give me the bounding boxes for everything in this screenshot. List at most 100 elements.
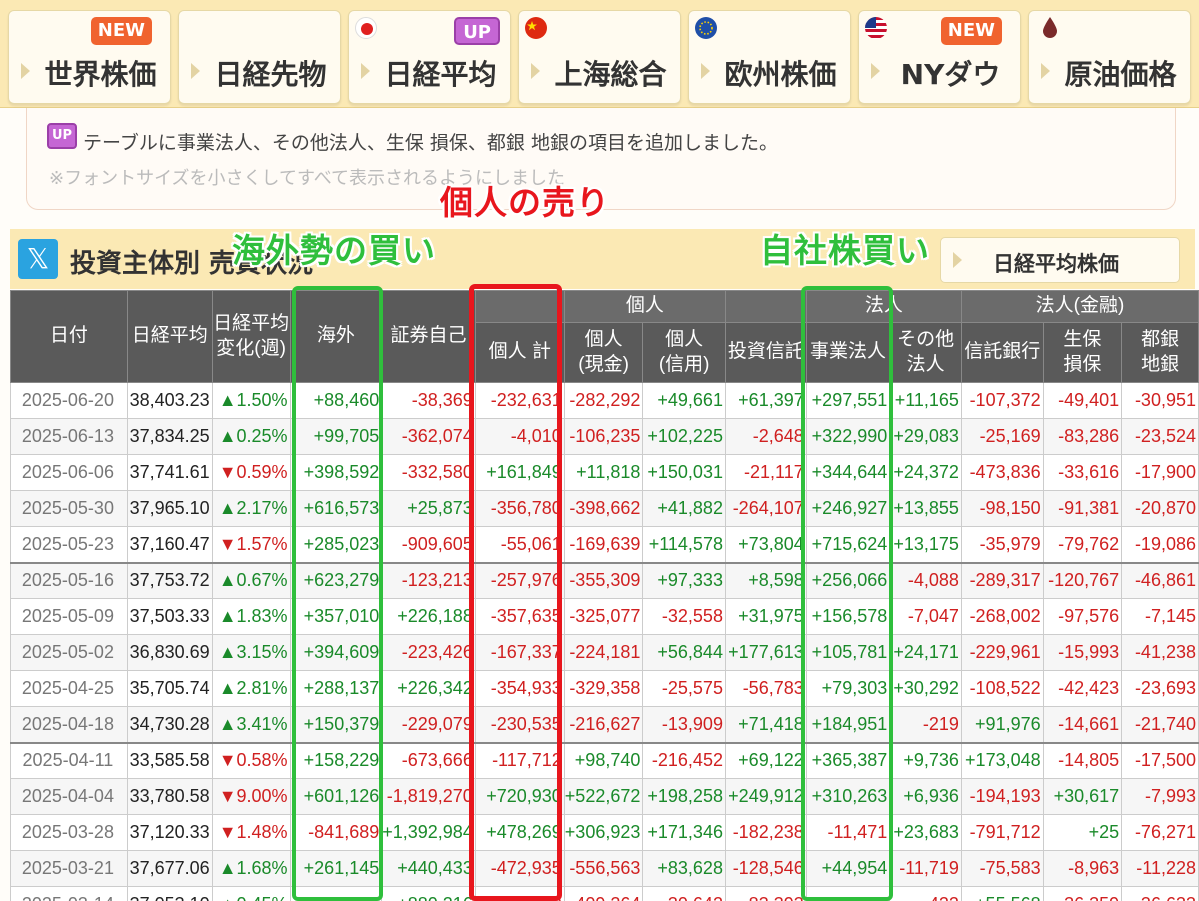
cell-value: +83,628 xyxy=(642,850,726,887)
col-header-other-corp: その他 法人 xyxy=(889,322,962,383)
cell-date: 2025-05-23 xyxy=(10,526,128,563)
cell-value: -17,900 xyxy=(1121,454,1199,491)
cell-value: -97,576 xyxy=(1042,598,1123,635)
x-share-icon[interactable]: 𝕏 xyxy=(18,239,58,279)
chevron-right-icon xyxy=(953,252,962,268)
cell-value: +1,392,984 xyxy=(381,814,476,851)
nikkei-average-button[interactable]: 日経平均株価 xyxy=(940,237,1180,283)
cell-change: ▲3.41% xyxy=(211,706,291,743)
nav-nikkei-average[interactable]: UP 日経平均 xyxy=(348,10,511,104)
col-header-nikkei: 日経平均 xyxy=(126,290,213,383)
cell-value: -120,767 xyxy=(1042,561,1123,599)
nav-nikkei-futures[interactable]: 日経先物 xyxy=(178,10,341,104)
cell-value: -264,107 xyxy=(724,490,807,527)
cell-value: -13,909 xyxy=(642,706,726,743)
cell-value: -106,235 xyxy=(563,418,644,455)
cell-nikkei: 37,753.72 xyxy=(126,561,213,599)
cell-date: 2025-04-18 xyxy=(10,706,128,743)
top-nav: NEW 世界株価 日経先物 UP 日経平均 上海総合 欧州株価 NEW NYダウ xyxy=(0,0,1199,108)
table-row: 2025-05-16 37,753.72 ▲0.67% +623,279 -123,21… xyxy=(10,561,1199,599)
cell-value: +8,598 xyxy=(724,561,807,599)
cell-value: +49,661 xyxy=(642,382,726,419)
cell-value: -224,181 xyxy=(563,634,644,671)
cell-date: 2025-04-04 xyxy=(10,778,128,815)
cell-value: -83,393 xyxy=(724,886,807,901)
nav-world-stocks[interactable]: NEW 世界株価 xyxy=(8,10,171,104)
cell-value: -19,086 xyxy=(1121,526,1199,563)
cell-value: -56,783 xyxy=(724,670,807,707)
cell-value: +97,333 xyxy=(642,561,726,599)
table-row: 2025-03-28 37,120.33 ▼1.48% -841,689 +1,392,… xyxy=(10,814,1199,851)
cell-change: ▲3.15% xyxy=(211,634,291,671)
investor-table-wrapper[interactable]: 日付 日経平均 日経平均 変化(週) 海外 証券自己 個人 法人 法人(金融) 個… xyxy=(10,290,1199,901)
cell-value: -282,292 xyxy=(563,382,644,419)
overseas-highlight-box xyxy=(292,286,383,901)
cell-value: -98,150 xyxy=(960,490,1044,527)
cell-value: -791,712 xyxy=(960,814,1044,851)
section-header: 𝕏 投資主体別 売買状況 日経平均株価 xyxy=(10,229,1195,289)
cell-value: +102,225 xyxy=(642,418,726,455)
group-header-blank xyxy=(724,290,807,323)
cell-value: -25,169 xyxy=(960,418,1044,455)
cell-value: -289,317 xyxy=(960,561,1044,599)
cell-value: -107,372 xyxy=(960,382,1044,419)
cell-value: -41,238 xyxy=(1121,634,1199,671)
cell-change: ▲0.45% xyxy=(211,886,291,901)
cell-change: ▲1.68% xyxy=(211,850,291,887)
cell-value: -8,963 xyxy=(1042,850,1123,887)
cell-value: -38,369 xyxy=(381,382,476,419)
cell-value: -83,286 xyxy=(1042,418,1123,455)
cell-change: ▼0.58% xyxy=(211,741,291,779)
cell-nikkei: 37,677.06 xyxy=(126,850,213,887)
cell-value: +11,165 xyxy=(889,382,962,419)
chevron-right-icon xyxy=(191,63,200,79)
cell-value: +11,818 xyxy=(563,454,644,491)
table-row: 2025-04-18 34,730.28 ▲3.41% +150,379 -229,07… xyxy=(10,706,1199,743)
group-header-individual: 個人 xyxy=(563,290,726,323)
cell-value: -75,583 xyxy=(960,850,1044,887)
chevron-right-icon xyxy=(1041,63,1050,79)
cell-value: +25 xyxy=(1042,814,1123,851)
cell-date: 2025-04-25 xyxy=(10,670,128,707)
cell-value: +98,740 xyxy=(563,741,644,779)
col-header-individual-cash: 個人 (現金) xyxy=(563,322,644,383)
individual-highlight-box xyxy=(469,284,562,901)
cell-value: -2,648 xyxy=(724,418,807,455)
cell-change: ▼1.48% xyxy=(211,814,291,851)
table-row: 2025-04-11 33,585.58 ▼0.58% +158,229 -673,66… xyxy=(10,741,1199,779)
cell-nikkei: 37,834.25 xyxy=(126,418,213,455)
nav-crude-oil[interactable]: 原油価格 xyxy=(1028,10,1191,104)
cell-nikkei: 38,403.23 xyxy=(126,382,213,419)
nav-europe[interactable]: 欧州株価 xyxy=(688,10,851,104)
cell-value: +30,617 xyxy=(1042,778,1123,815)
cell-value: -30,951 xyxy=(1121,382,1199,419)
table-row: 2025-03-21 37,677.06 ▲1.68% +261,145 +440,43… xyxy=(10,850,1199,887)
cell-value: -15,993 xyxy=(1042,634,1123,671)
chevron-right-icon xyxy=(531,63,540,79)
button-label: 日経平均株価 xyxy=(993,252,1119,276)
cell-change: ▲0.67% xyxy=(211,561,291,599)
cell-value: +226,342 xyxy=(381,670,476,707)
nav-label: 世界株価 xyxy=(44,58,157,91)
cell-value: +31,975 xyxy=(724,598,807,635)
cell-value: +69,122 xyxy=(724,741,807,779)
nav-ny-dow[interactable]: NEW NYダウ xyxy=(858,10,1021,104)
cell-value: +198,258 xyxy=(642,778,726,815)
col-header-change: 日経平均 変化(週) xyxy=(211,290,291,383)
cell-date: 2025-05-02 xyxy=(10,634,128,671)
cell-value: +6,936 xyxy=(889,778,962,815)
nav-shanghai[interactable]: 上海総合 xyxy=(518,10,681,104)
cell-value: +114,578 xyxy=(642,526,726,563)
cell-value: +150,031 xyxy=(642,454,726,491)
cell-value: -33,616 xyxy=(1042,454,1123,491)
cell-nikkei: 37,503.33 xyxy=(126,598,213,635)
cell-value: -123,213 xyxy=(381,561,476,599)
cell-value: -14,805 xyxy=(1042,741,1123,779)
cell-value: -11,719 xyxy=(889,850,962,887)
cell-date: 2025-05-30 xyxy=(10,490,128,527)
cell-value: +173,048 xyxy=(960,741,1044,779)
cell-value: -7,047 xyxy=(889,598,962,635)
cell-nikkei: 33,585.58 xyxy=(126,741,213,779)
cell-value: +23,683 xyxy=(889,814,962,851)
cell-date: 2025-03-28 xyxy=(10,814,128,851)
